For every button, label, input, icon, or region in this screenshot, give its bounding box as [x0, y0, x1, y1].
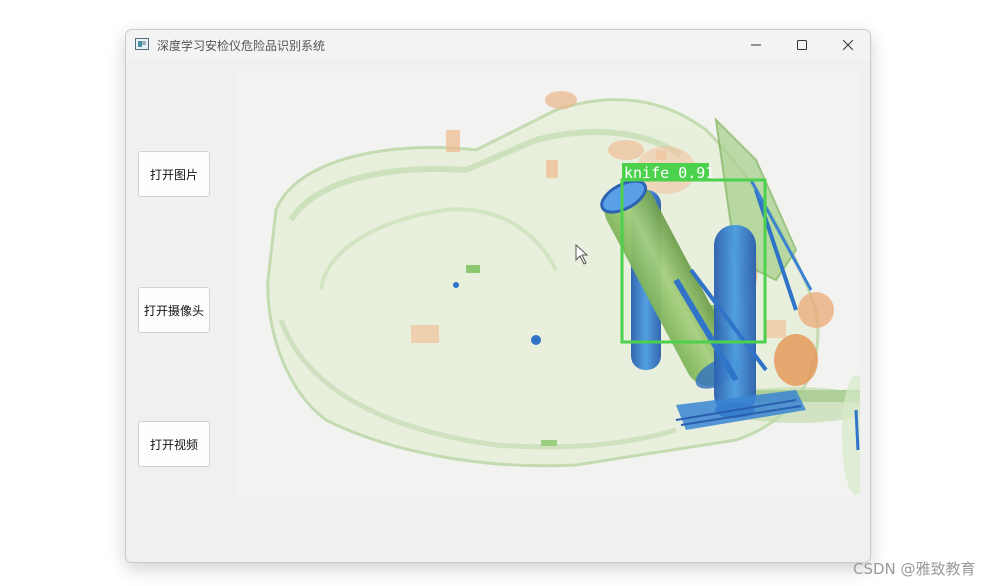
maximize-button[interactable] [779, 30, 825, 60]
open-video-button[interactable]: 打开视频 [138, 421, 210, 467]
close-button[interactable] [825, 30, 870, 60]
screen: 深度学习安检仪危险品识别系统 打开图片 打开摄像头 打开视频 knife 0.9… [0, 0, 1005, 586]
close-icon [843, 40, 853, 50]
window-title: 深度学习安检仪危险品识别系统 [157, 39, 326, 53]
minimize-icon [751, 44, 761, 46]
title-bar[interactable]: 深度学习安检仪危险品识别系统 [126, 30, 870, 60]
main-content: 打开图片 打开摄像头 打开视频 knife 0.91 [126, 60, 870, 562]
detection-label: knife 0.91 [624, 164, 714, 182]
minimize-button[interactable] [733, 30, 779, 60]
open-camera-button[interactable]: 打开摄像头 [138, 287, 210, 333]
open-image-button[interactable]: 打开图片 [138, 151, 210, 197]
maximize-icon [797, 40, 807, 50]
app-window: 深度学习安检仪危险品识别系统 打开图片 打开摄像头 打开视频 knife 0.9… [125, 29, 871, 563]
app-icon [135, 38, 149, 50]
xray-scan-image: knife 0.91 [266, 91, 860, 495]
watermark: CSDN @雅致教育 [853, 560, 976, 578]
xray-image-display: knife 0.91 [236, 70, 860, 502]
